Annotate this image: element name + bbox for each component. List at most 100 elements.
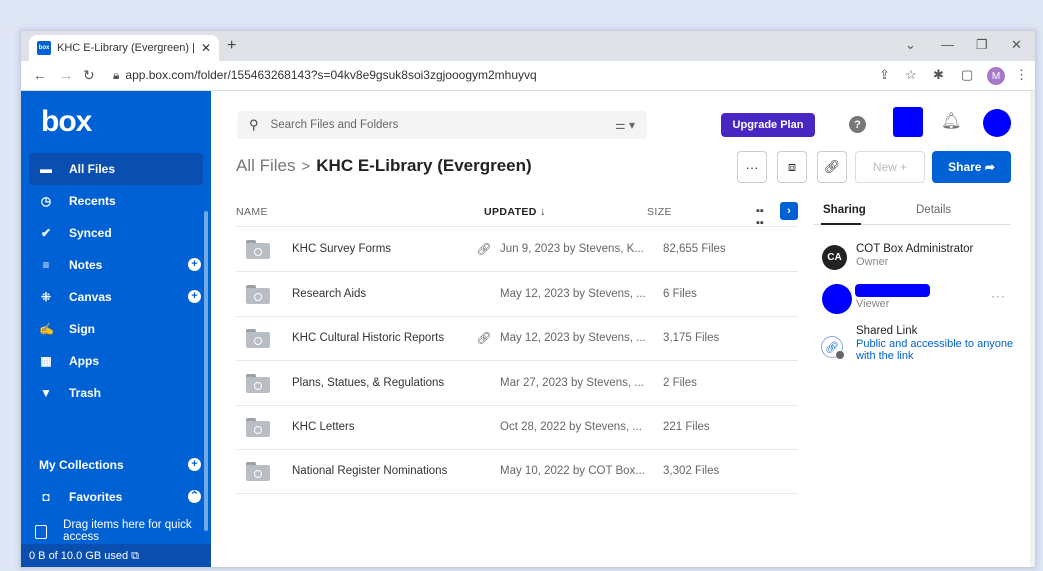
file-name[interactable]: KHC Survey Forms [292,243,468,255]
table-row[interactable]: KHC Cultural Historic Reports 🔗︎ May 12,… [236,316,798,360]
page-scrollbar[interactable] [1030,91,1035,567]
address-bar: ← → ↻ 🔒︎ app.box.com/folder/155463268143?… [21,61,1035,91]
file-name[interactable]: Plans, Statues, & Regulations [292,377,468,389]
link-icon[interactable]: 🔗︎ [468,331,500,345]
add-collection-icon[interactable]: + [188,458,201,471]
divider [236,493,798,494]
sidebar-item-label: Apps [69,354,99,368]
add-canvas-icon[interactable]: + [188,290,201,303]
browser-tab[interactable]: box KHC E-Library (Evergreen) | Powe ✕ [29,35,219,61]
file-name[interactable]: National Register Nominations [292,465,468,477]
sidebar-item-all-files[interactable]: ▬ All Files [29,153,203,185]
lock-icon: 🔒︎ [113,68,120,82]
forward-icon[interactable]: → [59,67,73,83]
more-options-button[interactable]: ··· [737,151,767,183]
url-text: app.box.com/folder/155463268143?s=04kv8e… [125,68,537,82]
link-icon[interactable]: 🔗︎ [468,242,500,256]
sidebar-item-recents[interactable]: ◷ Recents [21,185,211,217]
bell-icon[interactable]: 🔔︎ [941,111,961,131]
table-row[interactable]: KHC Letters Oct 28, 2022 by Stevens, ...… [236,405,798,449]
table-row[interactable]: KHC Survey Forms 🔗︎ Jun 9, 2023 by Steve… [236,227,798,271]
sidebar-item-label: Favorites [69,490,123,504]
canvas-icon: ⁜ [40,290,52,304]
shared-link-title: Shared Link [856,325,918,337]
table-row[interactable]: Plans, Statues, & Regulations Mar 27, 20… [236,361,798,405]
url-field[interactable]: 🔒︎ app.box.com/folder/155463268143?s=04kv… [113,68,537,83]
sidebar-item-label: Trash [69,386,102,400]
add-note-icon[interactable]: + [188,258,201,271]
sidebar-item-favorites[interactable]: ◘ Favorites ⌃ [21,481,211,513]
box-logo[interactable]: box [41,105,92,139]
reload-icon[interactable]: ↻ [83,67,95,84]
drop-target-icon [35,525,48,539]
box-favicon-icon: box [37,41,51,55]
extensions-icon[interactable]: ✱ [933,67,944,83]
collections-section: My Collections + ◘ Favorites ⌃ [21,449,211,513]
tab-details[interactable]: Details [916,204,951,216]
search-bar[interactable]: ⚲ Search Files and Folders ⚌ ▾ [237,111,647,139]
file-name[interactable]: KHC Cultural Historic Reports [292,332,468,344]
sidebar-item-canvas[interactable]: ⁜ Canvas + [21,281,211,313]
user-avatar[interactable] [983,109,1011,137]
shared-folder-icon [246,239,270,259]
breadcrumb-parent[interactable]: All Files [236,156,296,175]
column-header-updated[interactable]: UPDATED ↓ [484,206,546,218]
link-icon: 🔗︎ [823,159,841,174]
search-input[interactable]: Search Files and Folders [271,119,615,131]
size-text: 221 Files [663,421,710,433]
profile-avatar[interactable]: M [987,67,1005,85]
search-filter-icon[interactable]: ⚌ ▾ [615,118,635,132]
bookmark-star-icon[interactable]: ☆ [905,67,917,83]
sidebar-item-sign[interactable]: ✍ Sign [21,313,211,345]
close-window-icon[interactable]: ✕ [1011,37,1022,53]
apps-grid-icon: ▦ [40,354,52,368]
collections-label: My Collections [39,458,124,472]
sidebar-item-label: All Files [69,162,116,176]
help-icon[interactable]: ? [849,116,866,133]
back-icon[interactable]: ← [33,67,47,83]
new-button[interactable]: New + [855,151,925,183]
sidebar-item-trash[interactable]: ▼ Trash [21,377,211,409]
breadcrumb: All Files > KHC E-Library (Evergreen) [236,156,532,176]
sidebar-item-label: Sign [69,322,95,336]
column-header-name[interactable]: NAME [236,206,268,218]
toggle-sidebar-panel-button[interactable]: › [780,202,798,220]
clock-icon: ◷ [40,194,52,208]
drag-drop-hint: Drag items here for quick access [35,519,205,543]
file-name[interactable]: KHC Letters [292,421,468,433]
tab-sharing[interactable]: Sharing [823,204,866,216]
share-page-icon[interactable]: ⇪ [879,67,890,83]
menu-kebab-icon[interactable]: ⋮ [1015,67,1028,83]
close-tab-icon[interactable]: ✕ [201,41,211,55]
sidebar-item-synced[interactable]: ✔ Synced [21,217,211,249]
breadcrumb-separator: > [301,158,311,175]
storage-usage[interactable]: 0 B of 10.0 GB used ⧉ [21,544,211,567]
sidebar-nav: ▬ All Files ◷ Recents ✔ Synced ≡ Notes +… [21,153,211,409]
restore-icon[interactable]: ❐ [976,37,988,53]
sidebar-item-label: Recents [69,194,116,208]
share-label: Share [948,160,982,174]
column-header-size[interactable]: SIZE [647,206,672,218]
collaborate-button[interactable]: ⧈ [777,151,807,183]
trash-icon: ▼ [40,386,52,400]
external-link-icon: ⧉ [131,550,139,562]
chevron-down-icon[interactable]: ⌄ [905,37,916,53]
collaborator-more-icon[interactable]: ··· [991,289,1006,303]
upgrade-plan-button[interactable]: Upgrade Plan [721,113,815,137]
share-button[interactable]: Share ➦ [932,151,1011,183]
sidebar-item-apps[interactable]: ▦ Apps [21,345,211,377]
shared-link-description[interactable]: Public and accessible to anyone with the… [856,338,1016,362]
sidebar-scrollbar[interactable] [204,211,208,531]
my-collections-header[interactable]: My Collections + [21,449,211,481]
copy-link-button[interactable]: 🔗︎ [817,151,847,183]
minimize-icon[interactable]: — [941,37,954,52]
collapse-favorites-icon[interactable]: ⌃ [188,490,201,503]
table-row[interactable]: Research Aids May 12, 2023 by Stevens, .… [236,272,798,316]
shared-link-icon[interactable]: 🔗︎ [821,336,844,359]
new-tab-icon[interactable]: + [227,37,236,55]
file-name[interactable]: Research Aids [292,288,468,300]
sidebar-item-notes[interactable]: ≡ Notes + [21,249,211,281]
tab-strip: box KHC E-Library (Evergreen) | Powe ✕ +… [21,31,1035,61]
table-row[interactable]: National Register Nominations May 10, 20… [236,449,798,493]
side-panel-icon[interactable]: ▢ [961,67,973,83]
